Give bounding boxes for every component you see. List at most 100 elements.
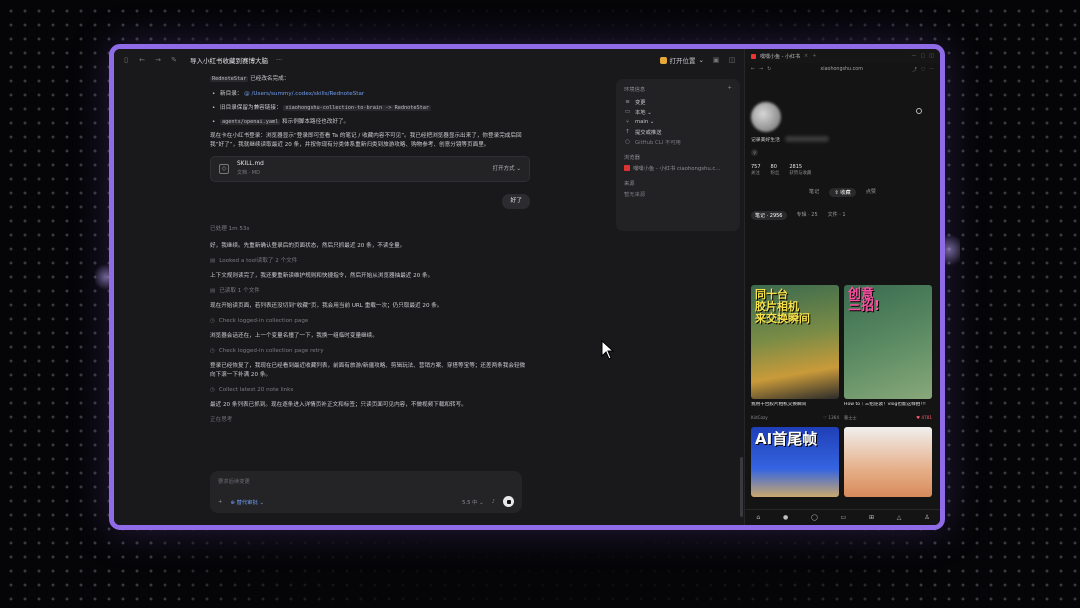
env-row-local[interactable]: ▭ 本地 ⌄ [624, 107, 732, 117]
tool-call-label: 已读取 1 个文件 [219, 288, 260, 294]
mic-icon[interactable]: ♪ [492, 499, 495, 505]
note-likes[interactable]: ♥ 4781 [916, 415, 932, 421]
env-row-label: 提交或推送 [635, 130, 662, 136]
model-selector[interactable]: 5.5 中 ⌄ [462, 498, 484, 506]
discover-icon[interactable]: ● [783, 514, 788, 521]
note-thumbnail: AI首尾帧 [751, 427, 839, 497]
stat-followers[interactable]: 80 粉丝 [771, 164, 780, 176]
stop-button[interactable] [503, 496, 514, 507]
close-tab-icon[interactable]: × [804, 53, 808, 59]
more-icon[interactable]: ⋯ [929, 67, 934, 72]
assistant-message: 登录已经恢复了，我现在已经看到最近收藏列表，前面有旅游/新疆攻略、剪辑玩法、营销… [210, 363, 526, 378]
minimize-icon[interactable]: — [912, 53, 917, 59]
list-item: 新目录： @ /Users/summy/.codex/skills/Rednot… [210, 90, 530, 99]
stat-label: 关注 [751, 171, 760, 176]
open-location-label: 打开位置 [669, 57, 696, 65]
assistant-message: 现在卡在小红书登录：浏览器显示“登录即可查看 Ta 的笔记 / 收藏内容不可见”… [210, 133, 522, 148]
chat-topbar: ▯ ← → ✎ 导入小红书收藏到赛博大脑 ··· 打开位置 ⌄ ▣ ◫ [114, 49, 744, 71]
back-icon[interactable]: ← [138, 56, 146, 64]
bullet-label: 旧目录保留为兼容链接： [220, 105, 282, 111]
env-row-label: 变更 [635, 100, 646, 106]
tool-call-label: Looked a tool读取了 2 个文件 [219, 258, 298, 264]
tool-call[interactable]: ◷ Check logged-in collection page retry [210, 347, 530, 356]
app-logo-icon [659, 56, 667, 64]
chat-icon[interactable]: ◯ [811, 514, 818, 521]
note-likes[interactable]: ♡ 1364 [823, 415, 839, 420]
stat-likes[interactable]: 2815 获赞与收藏 [789, 164, 811, 176]
note-card[interactable]: 创意 三招! How to｜三招逆袭！vlog也能这样拍!!! 曹士士 ♥ 478… [844, 285, 932, 421]
forward-icon[interactable]: → [154, 56, 162, 64]
source-empty-label: 暂无来源 [624, 192, 646, 198]
user-message: 好了 [502, 194, 530, 209]
avatar [751, 102, 781, 132]
profile-bio: 记录美好生活 [751, 138, 780, 143]
attach-icon[interactable]: + [218, 499, 222, 505]
github-icon: ○ [625, 139, 630, 145]
notification-icon[interactable]: △ [897, 514, 902, 521]
env-row-changes[interactable]: ≡ 变更 [624, 97, 732, 107]
tab-likes[interactable]: 点赞 [866, 188, 876, 197]
collection-subtabs: 笔记 · 2956 专辑 · 25 文件 · 1 [745, 211, 940, 220]
subtab-files[interactable]: 文件 · 1 [828, 211, 846, 220]
env-row-commit[interactable]: ↑ 提交或推送 [624, 127, 732, 137]
new-tab-icon[interactable]: + [812, 53, 816, 59]
composer-input[interactable]: 要求后续变更 [218, 477, 514, 485]
note-card[interactable]: 同十台 胶片相机 来交换瞬间 我用十台胶片相机交换瞬间 KidCozy ♡ 136… [751, 285, 839, 421]
assistant-message: 上下文规则读完了，我还要重新读维护规则和快捷指令，然后开始从浏览器抽最近 20 … [210, 273, 434, 279]
home-icon[interactable]: ⌂ [756, 514, 760, 521]
forward-icon[interactable]: → [759, 67, 763, 72]
tool-call[interactable]: ◷ Collect latest 20 note links [210, 386, 530, 395]
inline-code: xiaohongshu-collection-to-brain -> Redno… [283, 105, 431, 111]
subtab-albums[interactable]: 专辑 · 25 [797, 211, 818, 220]
tool-call[interactable]: ▤ 已读取 1 个文件 [210, 287, 530, 296]
open-location-button[interactable]: 打开位置 ⌄ [659, 55, 704, 65]
profile-icon[interactable]: ♙ [924, 514, 929, 521]
directory-link[interactable]: @ /Users/summy/.codex/skills/RednoteStar [244, 91, 364, 97]
permission-selector[interactable]: ⊕ 替代审批 ⌄ [230, 498, 263, 506]
subtab-notes[interactable]: 笔记 · 2956 [751, 211, 787, 220]
note-card[interactable]: AI首尾帧 [751, 427, 839, 497]
stat-following[interactable]: 757 关注 [751, 164, 761, 176]
chat-transcript: RednoteStar 已经改名完成： 新目录： @ /Users/summy/… [210, 75, 530, 425]
publish-icon[interactable]: ⊞ [869, 514, 874, 521]
video-icon[interactable]: ▭ [841, 514, 847, 521]
env-row-label: main ⌄ [635, 119, 655, 125]
env-row-branch[interactable]: ⑂ main ⌄ [624, 117, 732, 127]
file-name: SKILL.md [237, 161, 264, 167]
add-icon[interactable]: + [728, 85, 732, 93]
scrollbar[interactable] [740, 457, 743, 517]
open-as-button[interactable]: 打开方式 ⌄ [493, 165, 521, 174]
tab-collections[interactable]: ⇧ 收藏 [829, 188, 856, 197]
thinking-status: 正在思考 [210, 417, 233, 423]
back-icon[interactable]: ← [751, 67, 755, 72]
note-card[interactable] [844, 427, 932, 497]
window-icon[interactable]: ▢ [921, 53, 926, 59]
composer[interactable]: 要求后续变更 + ⊕ 替代审批 ⌄ 5.5 中 ⌄ ♪ [210, 471, 522, 513]
tool-call[interactable]: ◷ Check logged-in collection page [210, 317, 530, 326]
reload-icon[interactable]: ↻ [767, 67, 771, 72]
browser-tab-title[interactable]: 嘿嘿小鱼 - 小红书 [760, 53, 800, 60]
panel-icon[interactable]: ◫ [929, 53, 934, 59]
terminal-icon[interactable]: ▣ [712, 56, 720, 64]
xiaohongshu-favicon-icon [751, 53, 756, 59]
comment-icon[interactable]: ◌ [921, 67, 925, 72]
stop-icon [506, 499, 511, 504]
tool-call[interactable]: ▤ Looked a tool读取了 2 个文件 [210, 257, 530, 266]
tab-notes[interactable]: 笔记 [809, 188, 819, 197]
sidebar-toggle-icon[interactable]: ▯ [122, 56, 130, 64]
composer-toolbar: + ⊕ 替代审批 ⌄ 5.5 中 ⌄ ♪ [218, 496, 514, 507]
search-icon[interactable] [916, 108, 922, 114]
processed-time[interactable]: 已处理 1m 53s [210, 225, 530, 234]
changes-icon: ≡ [625, 99, 630, 105]
new-chat-icon[interactable]: ✎ [170, 56, 178, 64]
tool-icon: ◷ [210, 387, 215, 393]
share-icon[interactable]: ⤴ [912, 66, 917, 73]
list-item: 旧目录保留为兼容链接： xiaohongshu-collection-to-br… [210, 104, 530, 113]
address-bar[interactable]: xiaohongshu.com [775, 67, 908, 72]
file-attachment-card[interactable]: ◇ SKILL.md 文档 · MD 打开方式 ⌄ [210, 156, 530, 182]
browser-item[interactable]: 嘿嘿小鱼 - 小红书 ciaohongshu.c... [624, 163, 732, 173]
chat-pane: ▯ ← → ✎ 导入小红书收藏到赛博大脑 ··· 打开位置 ⌄ ▣ ◫ Redn… [114, 49, 744, 525]
thread-more-button[interactable]: ··· [276, 56, 282, 64]
stat-label: 获赞与收藏 [789, 171, 812, 176]
panel-icon[interactable]: ◫ [728, 56, 736, 64]
